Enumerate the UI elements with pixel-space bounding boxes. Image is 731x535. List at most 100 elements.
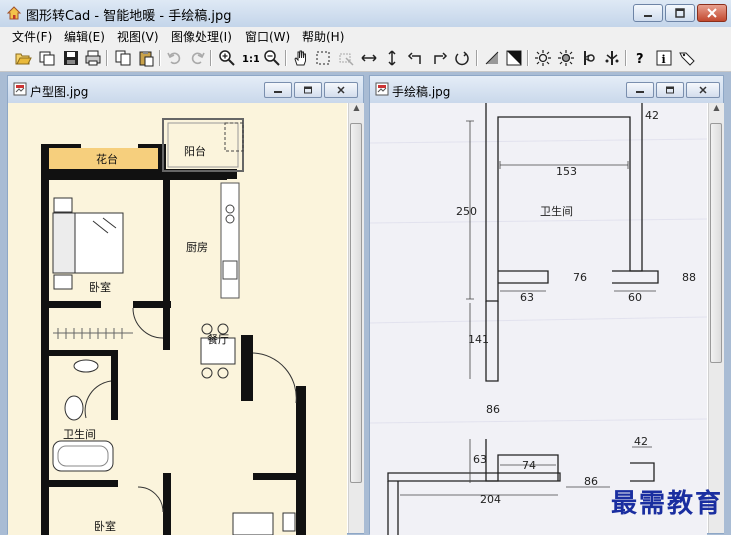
svg-text:?: ? — [636, 52, 644, 67]
sketch-image[interactable]: 42 153 250 卫生间 76 88 63 60 141 86 63 74 … — [370, 103, 707, 535]
mdi-workspace: 户型图.jpg 花台 阳台 卧室 厨房 餐厅 卫生间 卧室 ▲ 手绘稿.jpg … — [0, 72, 731, 535]
brightness-button[interactable] — [534, 49, 552, 67]
paste-icon — [139, 51, 154, 67]
info-icon: i — [656, 50, 672, 66]
undo-icon — [167, 52, 181, 65]
child-restore-button[interactable] — [294, 82, 322, 98]
close-button[interactable] — [697, 4, 727, 22]
denoise-icon — [605, 51, 619, 65]
rotate-left-icon — [407, 52, 421, 64]
new-window-icon — [39, 51, 55, 66]
room-label-flower-bed: 花台 — [96, 152, 118, 166]
threshold-button[interactable] — [483, 49, 501, 67]
open-button[interactable] — [14, 49, 32, 67]
hand-pan-button[interactable] — [292, 49, 310, 67]
child-restore-button[interactable] — [656, 82, 684, 98]
close-icon — [707, 8, 717, 18]
restore-icon — [304, 86, 312, 94]
toolbar-separator — [285, 50, 287, 66]
tag-button[interactable] — [678, 49, 696, 67]
sharpen-button[interactable] — [580, 49, 598, 67]
flip-horizontal-button[interactable] — [360, 49, 378, 67]
copy-icon — [115, 50, 131, 66]
app-title-bar: 图形转Cad - 智能地暖 - 手绘稿.jpg — [0, 0, 731, 28]
flip-horizontal-icon — [361, 54, 377, 62]
menu-edit[interactable]: 编辑(E) — [64, 28, 105, 45]
room-label-kitchen: 厨房 — [186, 241, 208, 254]
dimension-label: 42 — [645, 109, 659, 122]
flip-vertical-button[interactable] — [383, 49, 401, 67]
redo-icon — [191, 52, 205, 65]
room-label-bedroom: 卧室 — [89, 280, 111, 294]
room-label-bedroom-2: 卧室 — [94, 519, 116, 533]
child-minimize-button[interactable] — [264, 82, 292, 98]
floor-plan-image[interactable]: 花台 阳台 卧室 厨房 餐厅 卫生间 卧室 — [8, 103, 347, 535]
app-title: 图形转Cad - 智能地暖 - 手绘稿.jpg — [26, 9, 232, 24]
scroll-up-arrow[interactable]: ▲ — [349, 103, 364, 117]
redo-button[interactable] — [188, 49, 206, 67]
dimension-label: 60 — [628, 291, 642, 304]
rotate-reset-button[interactable] — [453, 49, 471, 67]
info-button[interactable]: i — [655, 49, 673, 67]
maximize-button[interactable] — [665, 4, 695, 22]
room-label-dining: 餐厅 — [207, 332, 229, 346]
invert-button[interactable] — [505, 49, 523, 67]
menu-window[interactable]: 窗口(W) — [245, 28, 290, 45]
minimize-button[interactable] — [633, 4, 663, 22]
watermark-logo: 最需教育 — [610, 489, 723, 519]
menu-view[interactable]: 视图(V) — [117, 28, 159, 45]
new-window-button[interactable] — [38, 49, 56, 67]
dimension-label: 74 — [522, 459, 536, 472]
room-label-bathroom: 卫生间 — [63, 427, 96, 441]
toolbar-separator — [476, 50, 478, 66]
floor-plan-window[interactable]: 户型图.jpg 花台 阳台 卧室 厨房 餐厅 卫生间 卧室 ▲ — [7, 75, 364, 535]
print-button[interactable] — [84, 49, 102, 67]
sketch-window-title-bar[interactable]: 手绘稿.jpg — [370, 76, 723, 103]
sketch-room-label: 卫生间 — [540, 204, 573, 218]
crop-button[interactable] — [337, 49, 355, 67]
select-rect-button[interactable] — [314, 49, 332, 67]
menu-file[interactable]: 文件(F) — [12, 28, 52, 45]
contrast-icon — [558, 50, 574, 66]
sketch-window[interactable]: 手绘稿.jpg 42 153 250 卫生间 76 88 63 60 141 8… — [369, 75, 724, 535]
rotate-right-button[interactable] — [430, 49, 448, 67]
floor-plan-vertical-scrollbar[interactable]: ▲ — [348, 103, 364, 533]
flip-vertical-icon — [388, 50, 396, 66]
copy-button[interactable] — [114, 49, 132, 67]
svg-text:1:1: 1:1 — [242, 54, 259, 65]
minimize-icon — [644, 15, 652, 17]
dimension-label: 42 — [634, 435, 648, 448]
help-button[interactable]: ? — [632, 49, 650, 67]
dimension-label: 63 — [473, 453, 487, 466]
save-button[interactable] — [62, 49, 80, 67]
scrollbar-thumb[interactable] — [350, 123, 362, 483]
rotate-left-button[interactable] — [407, 49, 425, 67]
crop-icon — [339, 53, 354, 66]
sketch-window-title: 手绘稿.jpg — [392, 85, 451, 99]
child-close-button[interactable] — [324, 82, 358, 98]
zoom-in-button[interactable] — [218, 49, 236, 67]
threshold-icon — [485, 51, 499, 65]
actual-size-icon: 1:1 — [242, 54, 260, 65]
sketch-vertical-scrollbar[interactable]: ▲ — [708, 103, 724, 533]
toolbar-separator — [625, 50, 627, 66]
zoom-out-button[interactable] — [263, 49, 281, 67]
toolbar-separator — [159, 50, 161, 66]
scrollbar-thumb[interactable] — [710, 123, 722, 363]
child-minimize-button[interactable] — [626, 82, 654, 98]
scroll-up-arrow[interactable]: ▲ — [709, 103, 724, 117]
select-rect-icon — [316, 51, 330, 65]
actual-size-button[interactable]: 1:1 — [241, 49, 260, 67]
close-icon — [337, 86, 345, 94]
paste-button[interactable] — [137, 49, 155, 67]
undo-button[interactable] — [166, 49, 184, 67]
child-close-button[interactable] — [686, 82, 720, 98]
contrast-button[interactable] — [557, 49, 575, 67]
menu-image-processing[interactable]: 图像处理(I) — [171, 28, 232, 45]
menu-help[interactable]: 帮助(H) — [302, 28, 344, 45]
restore-icon — [666, 86, 674, 94]
rotate-right-icon — [434, 52, 448, 64]
floor-plan-window-title-bar[interactable]: 户型图.jpg — [8, 76, 363, 103]
rotate-reset-icon — [455, 51, 469, 66]
denoise-button[interactable] — [603, 49, 621, 67]
